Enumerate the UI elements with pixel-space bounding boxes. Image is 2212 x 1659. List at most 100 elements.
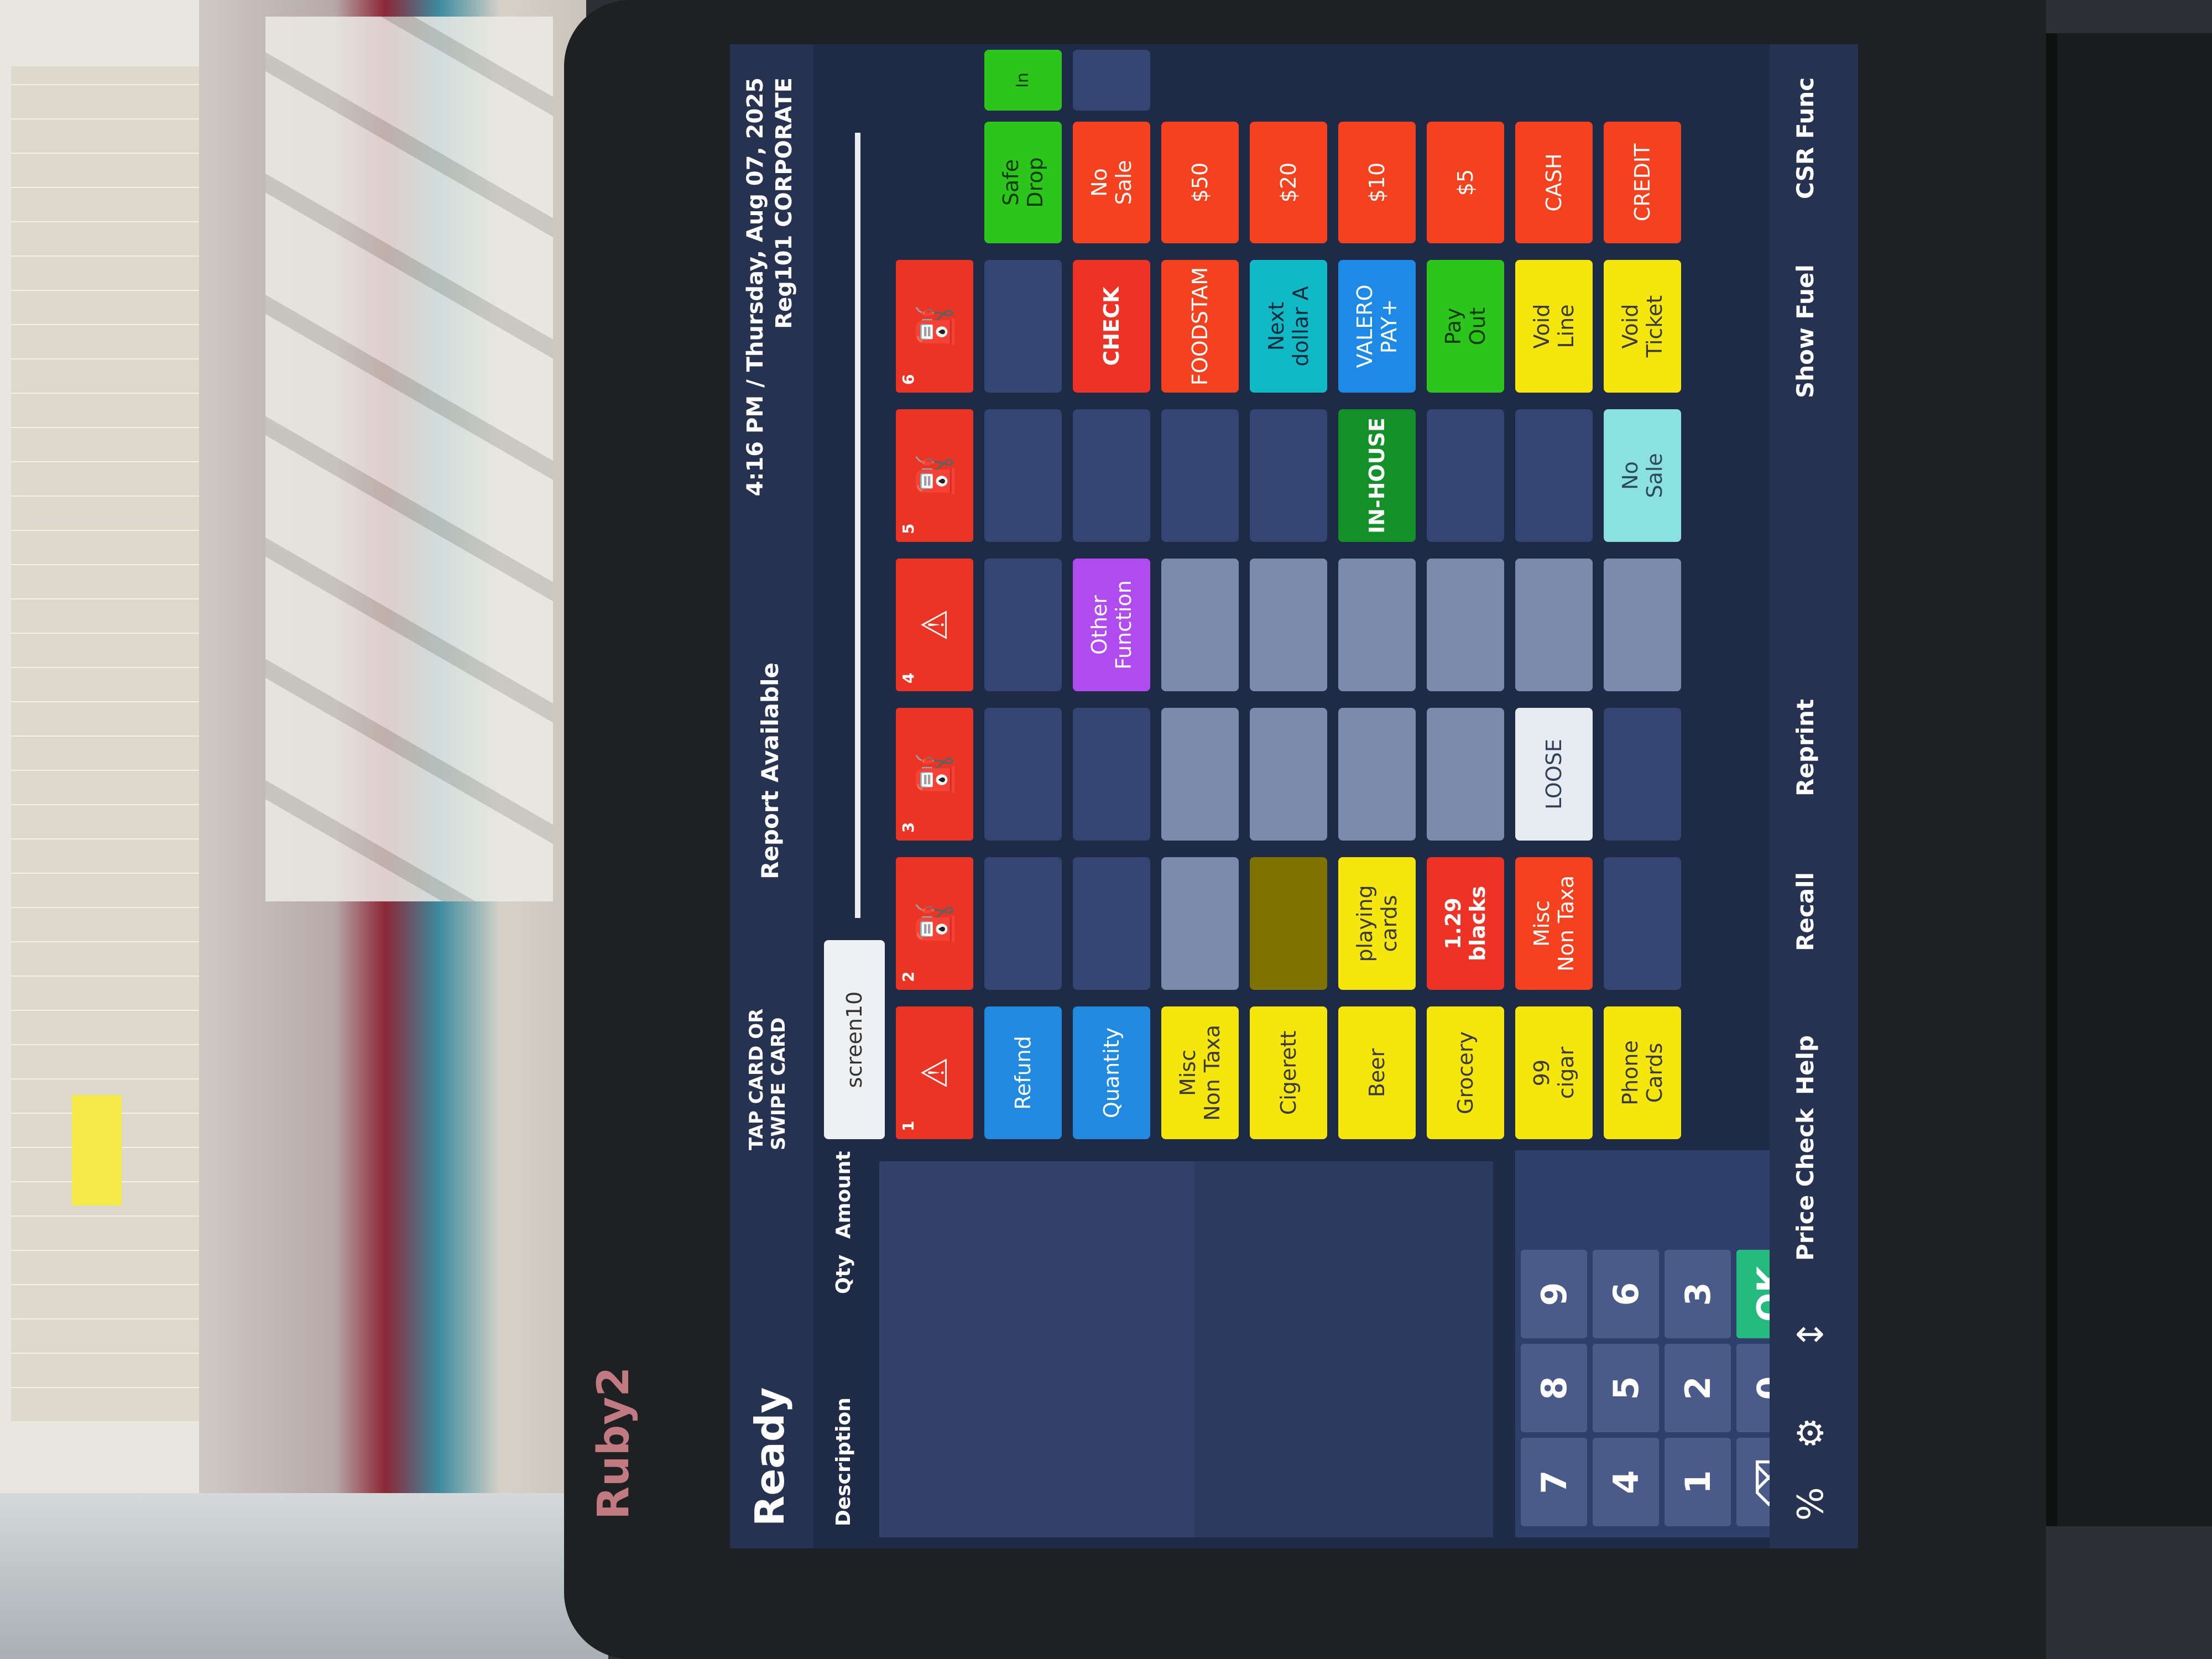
pay-out-key[interactable]: Pay Out (1427, 260, 1504, 393)
transaction-panel: Description Qty Amount (813, 1150, 1493, 1548)
empty-key[interactable] (1338, 559, 1416, 691)
empty-key[interactable] (1427, 559, 1504, 691)
fuel-pump-icon: ⛽ (915, 901, 956, 946)
terminal-brand-logo: Ruby2 (589, 1366, 639, 1520)
loose-key[interactable]: LOOSE (1515, 708, 1593, 841)
recall-button[interactable]: Recall (1792, 872, 1819, 951)
register-id: Reg101 CORPORATE (771, 77, 797, 329)
empty-key[interactable] (1338, 708, 1416, 841)
fuel-pump-icon: ⛽ (915, 453, 956, 498)
expand-icon[interactable]: ↕ (1791, 1319, 1832, 1349)
no-sale-key[interactable]: No Sale (1073, 122, 1150, 243)
report-available[interactable]: Report Available (757, 662, 784, 879)
quantity-key[interactable]: Quantity (1073, 1006, 1150, 1139)
next-dollar-key[interactable]: Next dollar A (1250, 260, 1327, 393)
other-function-key[interactable]: Other Function (1073, 559, 1150, 691)
cash-10-key[interactable]: $10 (1338, 122, 1416, 243)
refund-key[interactable]: Refund (984, 1006, 1062, 1139)
pump-5[interactable]: 5 ⛽ (896, 409, 973, 542)
price-list-highlight (72, 1095, 122, 1206)
cigerett-key[interactable]: Cigerett (1250, 1006, 1327, 1139)
empty-key[interactable] (1250, 708, 1327, 841)
empty-key[interactable] (1161, 708, 1239, 841)
blank-key (984, 708, 1062, 841)
partial-key[interactable]: In (984, 50, 1062, 111)
valero-pay-key[interactable]: VALERO PAY+ (1338, 260, 1416, 393)
blank-key (1073, 409, 1150, 542)
card-prompt: TAP CARD OR SWIPE CARD (745, 1008, 790, 1150)
blank-key (1515, 409, 1593, 542)
show-fuel-button[interactable]: Show Fuel (1792, 264, 1819, 398)
key-6[interactable]: 6 (1593, 1250, 1659, 1338)
blank-key (1161, 409, 1239, 542)
cash-50-key[interactable]: $50 (1161, 122, 1239, 243)
key-5[interactable]: 5 (1593, 1344, 1659, 1432)
blank-key (1250, 409, 1327, 542)
bottom-function-bar: % ⚙ ↕ Price Check Help Recall Reprint Sh… (1770, 44, 1858, 1548)
status-ready: Ready (747, 1387, 793, 1526)
discount-icon[interactable]: % (1791, 1487, 1832, 1521)
datetime-register: 4:16 PM / Thursday, Aug 07, 2025 Reg101 … (741, 77, 799, 496)
empty-key[interactable] (1250, 857, 1327, 990)
cash-key[interactable]: CASH (1515, 122, 1593, 243)
warning-icon: ⚠ (915, 1057, 956, 1089)
reprint-button[interactable]: Reprint (1792, 699, 1819, 796)
playing-cards-key[interactable]: playing cards (1338, 857, 1416, 990)
empty-key[interactable] (1250, 559, 1327, 691)
hanging-receipts (265, 17, 553, 901)
foodstam-key[interactable]: FOODSTAM (1161, 260, 1239, 393)
beer-key[interactable]: Beer (1338, 1006, 1416, 1139)
fuel-pump-icon: ⛽ (915, 304, 956, 348)
empty-key[interactable] (1427, 708, 1504, 841)
price-list-table (11, 66, 199, 1421)
warning-icon: ⚠ (915, 609, 956, 641)
blank-key (1073, 50, 1150, 111)
no-sale-teal-key[interactable]: No Sale (1604, 409, 1681, 542)
counter-glass (0, 1493, 608, 1659)
col-qty: Qty (832, 1254, 855, 1294)
datetime: 4:16 PM / Thursday, Aug 07, 2025 (743, 77, 768, 497)
key-4[interactable]: 4 (1593, 1438, 1659, 1526)
void-line-key[interactable]: Void Line (1515, 260, 1593, 393)
help-button[interactable]: Help (1792, 1035, 1819, 1095)
key-3[interactable]: 3 (1665, 1250, 1731, 1338)
misc-non-taxa-2-key[interactable]: Misc Non Taxa (1515, 857, 1593, 990)
key-2[interactable]: 2 (1665, 1344, 1731, 1432)
price-check-button[interactable]: Price Check (1792, 1108, 1819, 1261)
check-key[interactable]: CHECK (1073, 260, 1150, 393)
void-ticket-key[interactable]: Void Ticket (1604, 260, 1681, 393)
grocery-key[interactable]: Grocery (1427, 1006, 1504, 1139)
key-7[interactable]: 7 (1521, 1438, 1587, 1526)
screen-name-field[interactable]: screen10 (824, 940, 885, 1139)
receipt-printer (2046, 33, 2212, 1526)
phone-cards-key[interactable]: Phone Cards (1604, 1006, 1681, 1139)
pump-3[interactable]: 3 ⛽ (896, 708, 973, 841)
pump-2[interactable]: 2 ⛽ (896, 857, 973, 990)
cash-5-key[interactable]: $5 (1427, 122, 1504, 243)
key-1[interactable]: 1 (1665, 1438, 1731, 1526)
safe-drop-key[interactable]: Safe Drop (984, 122, 1062, 243)
pump-6[interactable]: 6 ⛽ (896, 260, 973, 393)
empty-key[interactable] (1161, 857, 1239, 990)
credit-key[interactable]: CREDIT (1604, 122, 1681, 243)
empty-key[interactable] (1515, 559, 1593, 691)
gear-icon[interactable]: ⚙ (1791, 1417, 1832, 1449)
cash-20-key[interactable]: $20 (1250, 122, 1327, 243)
screen-divider (855, 133, 860, 918)
pump-4[interactable]: 4 ⚠ (896, 559, 973, 691)
csr-func-button[interactable]: CSR Func (1792, 77, 1819, 199)
misc-non-taxa-key[interactable]: Misc Non Taxa (1161, 1006, 1239, 1139)
blank-key (1427, 409, 1504, 542)
key-9[interactable]: 9 (1521, 1250, 1587, 1338)
cigar-99-key[interactable]: 99 cigar (1515, 1006, 1593, 1139)
empty-key[interactable] (1604, 559, 1681, 691)
key-8[interactable]: 8 (1521, 1344, 1587, 1432)
blank-key (1604, 708, 1681, 841)
blacks-129-key[interactable]: 1.29 blacks (1427, 857, 1504, 990)
blank-key (984, 260, 1062, 393)
blank-key (1073, 857, 1150, 990)
empty-key[interactable] (1161, 559, 1239, 691)
in-house-key[interactable]: IN-HOUSE (1338, 409, 1416, 542)
pump-1[interactable]: 1 ⚠ (896, 1006, 973, 1139)
blank-key (1604, 857, 1681, 990)
